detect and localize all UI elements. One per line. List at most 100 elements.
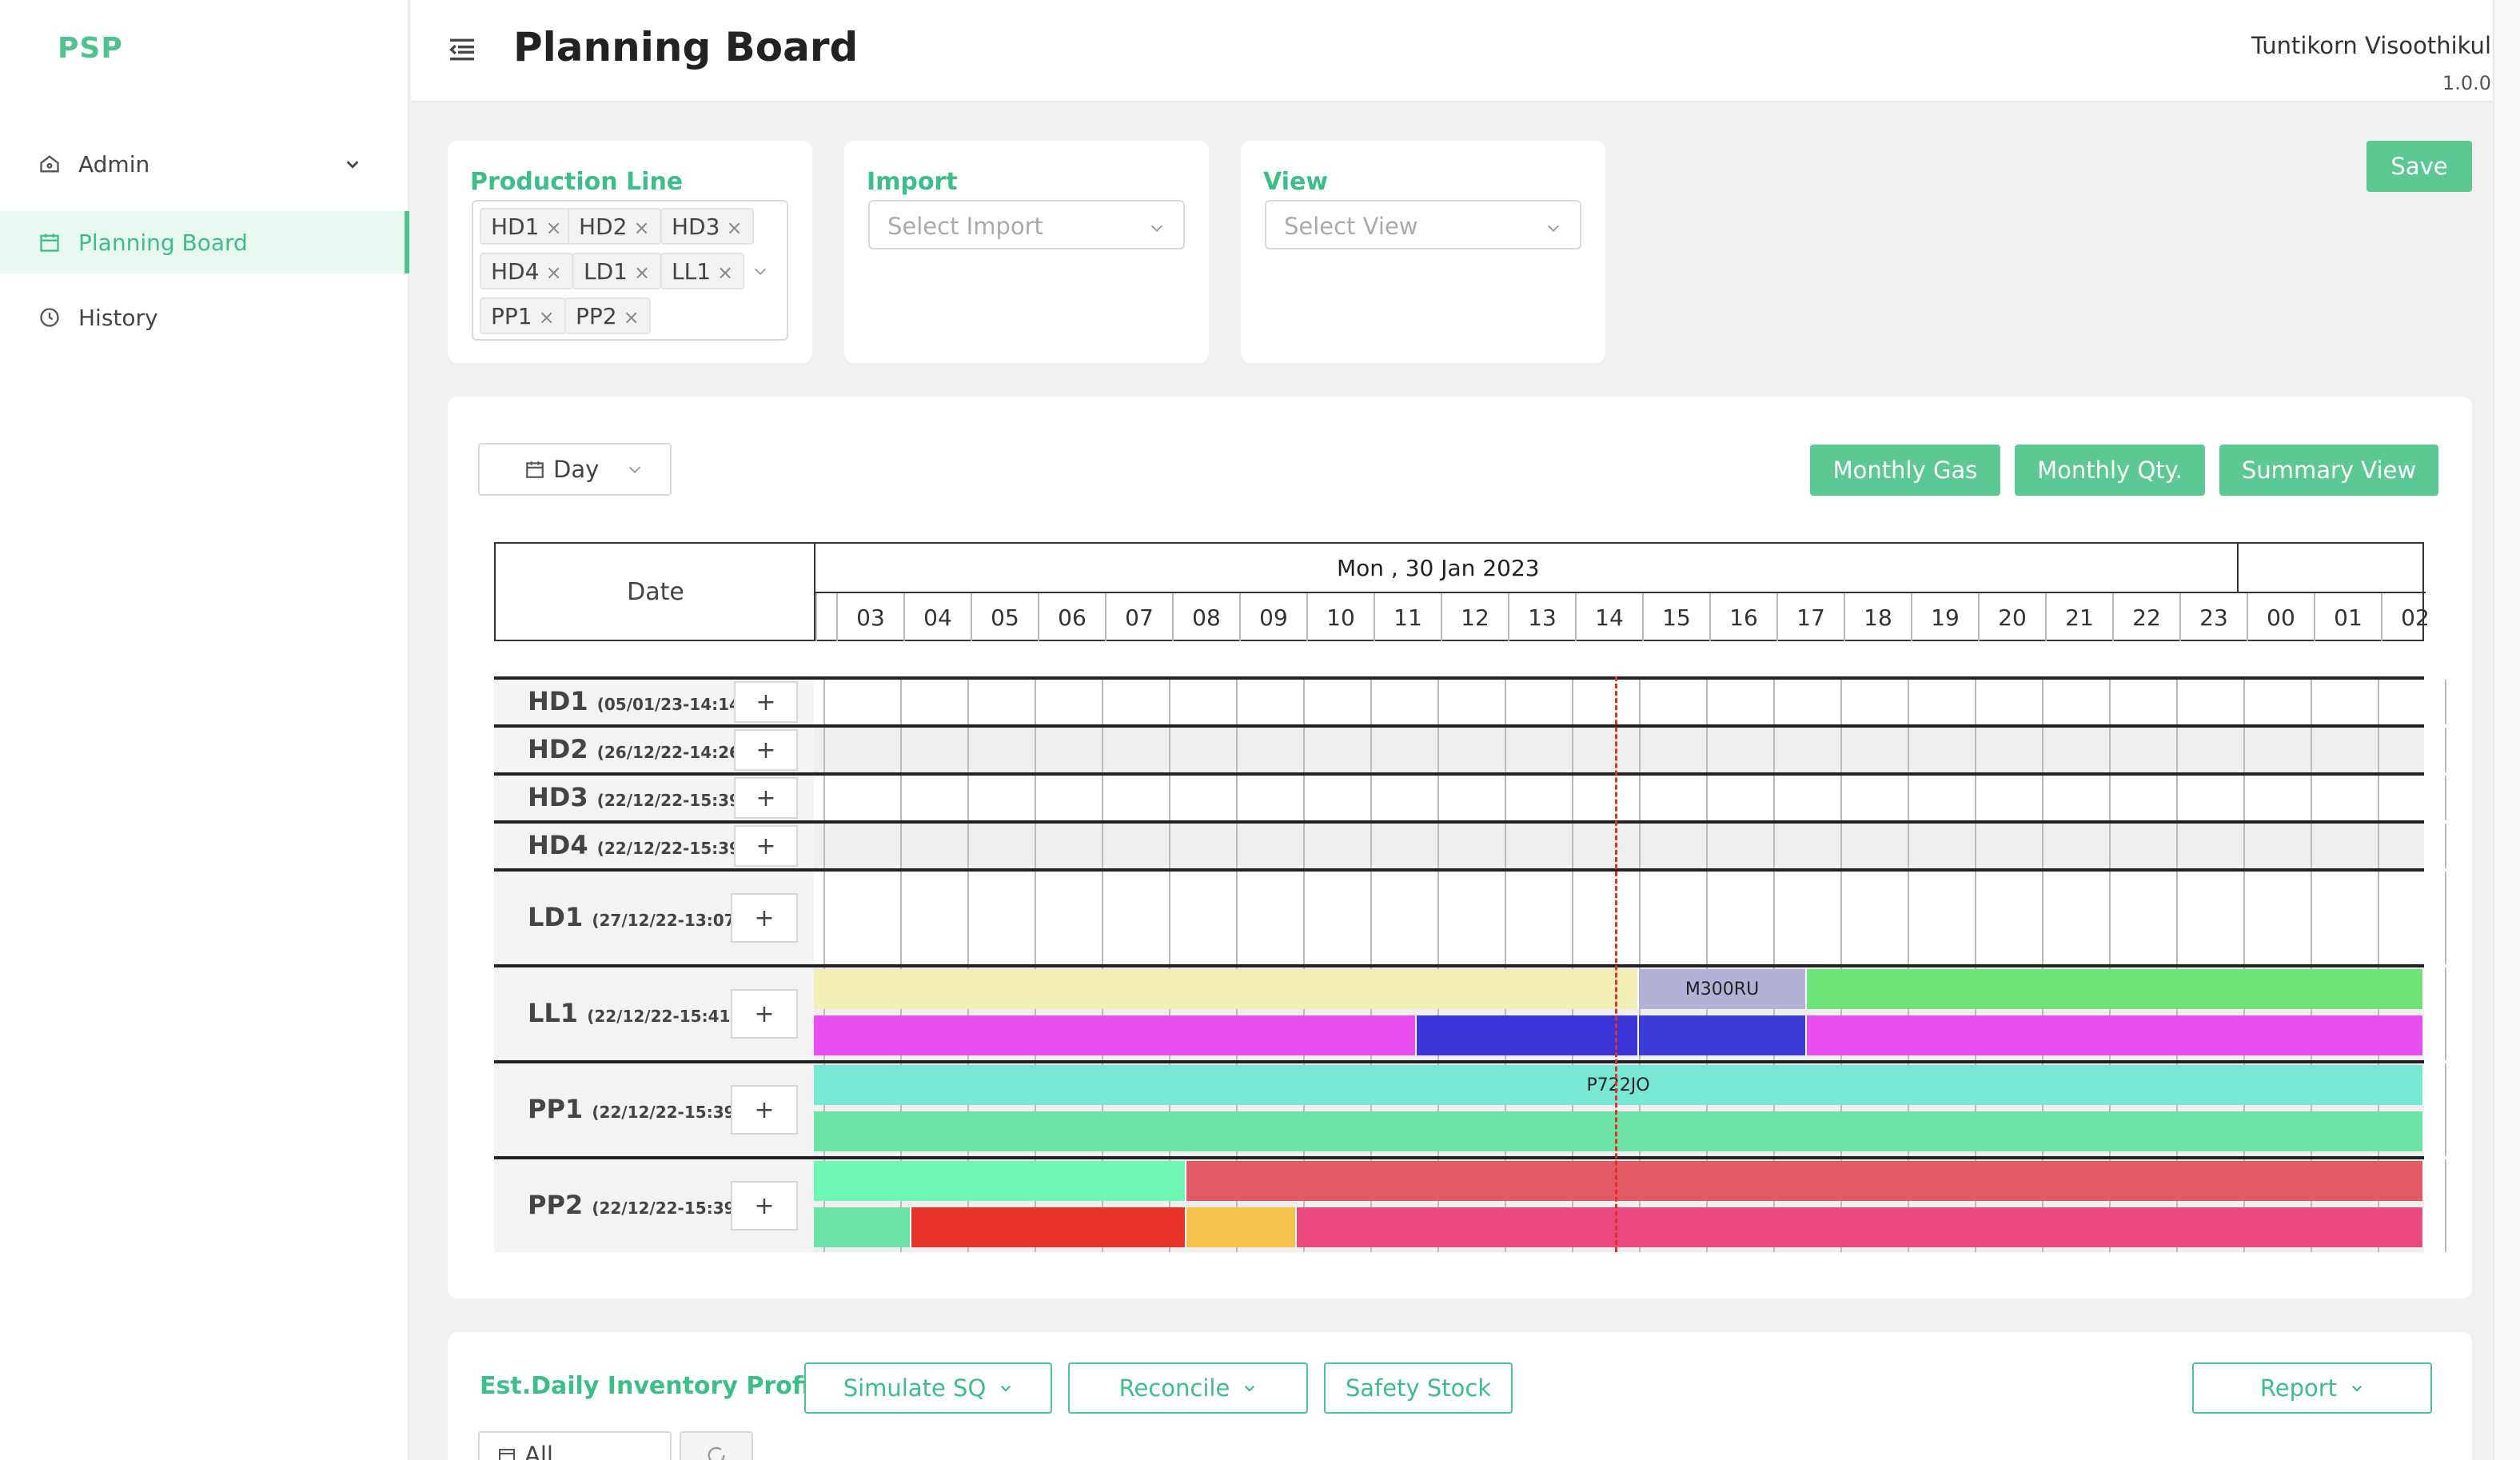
monthly-gas-button[interactable]: Monthly Gas [1810, 445, 2000, 496]
monthly-qty-button[interactable]: Monthly Qty. [2015, 445, 2205, 496]
grid-line [2378, 776, 2379, 820]
grid-line [1236, 824, 1238, 868]
tag-hd1[interactable]: HD1 × [480, 208, 573, 245]
row-timeline-hd4[interactable] [814, 820, 2446, 868]
scrollbar[interactable] [2493, 0, 2520, 1460]
schedule-bar[interactable] [1807, 969, 2424, 1009]
grid-line [1370, 872, 1372, 964]
refresh-button[interactable] [680, 1431, 753, 1460]
row-timeline-hd2[interactable] [814, 724, 2446, 772]
tag-hd3[interactable]: HD3 × [660, 208, 754, 245]
line-name: HD4 (22/12/22-15:39) [528, 830, 748, 860]
simulate-sq-button[interactable]: Simulate SQ [804, 1362, 1052, 1414]
tag-pp1[interactable]: PP1 × [480, 297, 566, 334]
schedule-bar[interactable]: M300RU [1639, 969, 1807, 1009]
schedule-bar[interactable] [814, 1111, 2424, 1151]
grid-line [1505, 776, 1506, 820]
add-plan-button[interactable]: + [734, 825, 798, 867]
hour-cell: 21 [2045, 593, 2112, 641]
grid-line [1102, 824, 1103, 868]
remove-tag-icon[interactable]: × [634, 261, 650, 284]
add-plan-button[interactable]: + [734, 681, 798, 723]
schedule-bar[interactable] [814, 1015, 1417, 1055]
grid-line [823, 728, 825, 772]
grid-line [900, 728, 902, 772]
remove-tag-icon[interactable]: × [545, 217, 561, 239]
schedule-bar[interactable] [1807, 1015, 2424, 1055]
tag-pp2[interactable]: PP2 × [564, 297, 651, 334]
period-select[interactable]: Day [478, 443, 672, 496]
view-select[interactable]: Select View [1265, 200, 1581, 249]
add-plan-button[interactable]: + [731, 1085, 798, 1135]
grid-line [967, 824, 969, 868]
grid-line [2243, 680, 2245, 724]
row-timeline-hd1[interactable] [814, 676, 2446, 724]
hour-cell: 08 [1172, 593, 1239, 641]
calendar-icon [40, 233, 59, 252]
schedule-bar[interactable] [814, 1207, 911, 1247]
timeline-header: Mon , 30 Jan 2023 03 04 05 06 07 08 09 10 11 12 13… [814, 542, 2430, 641]
grid-line [1505, 680, 1506, 724]
sidebar-item-history[interactable]: History [0, 286, 409, 349]
add-plan-button[interactable]: + [734, 729, 798, 771]
grid-line [1773, 728, 1775, 772]
schedule-bar[interactable]: P722JO [814, 1065, 2424, 1105]
add-plan-button[interactable]: + [731, 893, 798, 943]
grid-line [2042, 728, 2044, 772]
schedule-bar[interactable] [1186, 1161, 2424, 1201]
report-button[interactable]: Report [2192, 1362, 2432, 1414]
schedule-bar[interactable] [1297, 1207, 2424, 1247]
schedule-bar[interactable] [814, 969, 1639, 1009]
row-label-hd2: HD2 (26/12/22-14:26) + [494, 724, 815, 772]
sidebar-item-admin[interactable]: Admin [0, 133, 409, 195]
hour-cell: 06 [1038, 593, 1105, 641]
schedule-bar[interactable] [814, 1161, 1186, 1201]
import-select[interactable]: Select Import [868, 200, 1185, 249]
save-button[interactable]: Save [2366, 141, 2472, 192]
chevron-down-icon [1547, 225, 1560, 232]
row-timeline-ld1[interactable] [814, 868, 2446, 964]
grid-line [1639, 872, 1641, 964]
grid-line [1102, 872, 1103, 964]
sidebar-item-planning-board[interactable]: Planning Board [0, 211, 409, 273]
inventory-filter-select[interactable]: All [478, 1431, 672, 1460]
tag-hd2[interactable]: HD2 × [568, 208, 661, 245]
schedule-bar[interactable] [1639, 1015, 1807, 1055]
remove-tag-icon[interactable]: × [624, 306, 640, 329]
remove-tag-icon[interactable]: × [545, 261, 561, 284]
reconcile-button[interactable]: Reconcile [1068, 1362, 1308, 1414]
grid-line [2176, 872, 2178, 964]
add-plan-button[interactable]: + [734, 777, 798, 819]
grid-line [1706, 680, 1708, 724]
add-plan-button[interactable]: + [731, 1181, 798, 1231]
schedule-bar[interactable] [1417, 1015, 1639, 1055]
hour-cell: 09 [1239, 593, 1306, 641]
hour-cell: 22 [2112, 593, 2179, 641]
hour-cell: 16 [1709, 593, 1776, 641]
remove-tag-icon[interactable]: × [717, 261, 733, 284]
schedule-bar[interactable] [1186, 1207, 1297, 1247]
tag-hd4[interactable]: HD4 × [480, 253, 573, 289]
user-name[interactable]: Tuntikorn Visoothikul [2251, 32, 2491, 59]
grid-line [2311, 776, 2312, 820]
grid-line [1706, 776, 1708, 820]
add-plan-button[interactable]: + [731, 989, 798, 1039]
tag-ld1[interactable]: LD1 × [572, 253, 662, 289]
menu-collapse-icon[interactable] [446, 34, 478, 66]
grid-line [2243, 872, 2245, 964]
schedule-bar[interactable] [911, 1207, 1186, 1247]
safety-stock-button[interactable]: Safety Stock [1324, 1362, 1513, 1414]
grid-line [1035, 824, 1036, 868]
grid-line [823, 776, 825, 820]
grid-line [2445, 967, 2446, 1060]
remove-tag-icon[interactable]: × [633, 217, 649, 239]
tag-ll1[interactable]: LL1 × [660, 253, 745, 289]
production-line-select[interactable]: HD1 × HD2 × HD3 × HD4 × LD1 × LL1 × PP1 × PP2 × [472, 200, 788, 341]
grid-line [2445, 1063, 2446, 1156]
remove-tag-icon[interactable]: × [539, 306, 555, 329]
remove-tag-icon[interactable]: × [726, 217, 742, 239]
summary-view-button[interactable]: Summary View [2219, 445, 2438, 496]
hour-cell: 18 [1844, 593, 1911, 641]
chevron-down-icon [346, 161, 359, 169]
row-timeline-hd3[interactable] [814, 772, 2446, 820]
